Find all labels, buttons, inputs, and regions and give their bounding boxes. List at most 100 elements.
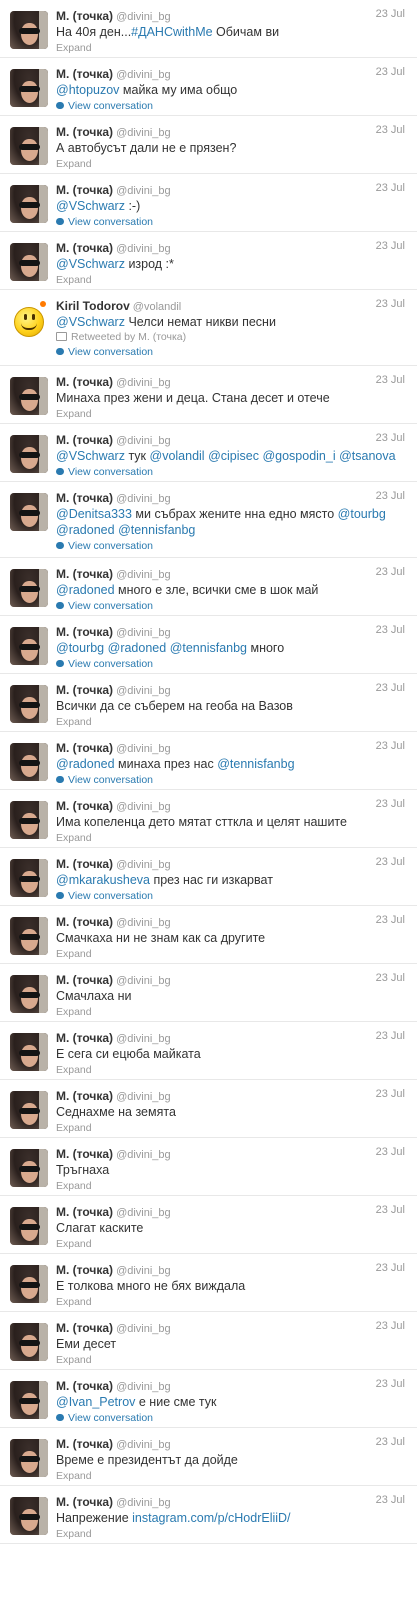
mention-link[interactable]: @cipisec [208,449,259,463]
tweet-item[interactable]: M. (точка) @divini_bg 23 Jul @radoned минах… [0,732,417,790]
author-username[interactable]: @divini_bg [116,69,171,81]
author-fullname[interactable]: M. (точка) [56,915,113,929]
tweet-item[interactable]: M. (точка) @divini_bg 23 Jul Е толкова мног… [0,1254,417,1312]
author-fullname[interactable]: M. (точка) [56,741,113,755]
author-username[interactable]: @divini_bg [116,801,171,813]
smiley-avatar[interactable] [10,301,48,339]
expand-link[interactable]: Expand [56,1527,407,1541]
user-avatar[interactable] [10,569,48,607]
tweet-timestamp[interactable]: 23 Jul [376,374,405,386]
author-username[interactable]: @divini_bg [116,859,171,871]
tweet-timestamp[interactable]: 23 Jul [376,1320,405,1332]
author-username[interactable]: @divini_bg [116,127,171,139]
tweet-timestamp[interactable]: 23 Jul [376,624,405,636]
tweet-timestamp[interactable]: 23 Jul [376,914,405,926]
author-username[interactable]: @divini_bg [116,435,171,447]
url-link[interactable]: instagram.com/p/cHodrEliiD/ [132,1511,290,1525]
author-username[interactable]: @divini_bg [116,1265,171,1277]
tweet-timestamp[interactable]: 23 Jul [376,240,405,252]
tweet-item[interactable]: M. (точка) @divini_bg 23 Jul Всички да се с… [0,674,417,732]
tweet-timestamp[interactable]: 23 Jul [376,1262,405,1274]
user-avatar[interactable] [10,627,48,665]
author-fullname[interactable]: M. (точка) [56,183,113,197]
expand-link[interactable]: Expand [56,1063,407,1077]
tweet-item[interactable]: M. (точка) @divini_bg 23 Jul @Ivan_Petrov е… [0,1370,417,1428]
user-avatar[interactable] [10,685,48,723]
author-fullname[interactable]: M. (точка) [56,683,113,697]
user-avatar[interactable] [10,69,48,107]
view-conversation-link[interactable]: View conversation [56,773,407,787]
expand-link[interactable]: Expand [56,157,407,171]
view-conversation-link[interactable]: View conversation [56,465,407,479]
tweet-timestamp[interactable]: 23 Jul [376,1030,405,1042]
author-fullname[interactable]: M. (точка) [56,1089,113,1103]
author-fullname[interactable]: M. (точка) [56,1205,113,1219]
author-username[interactable]: @divini_bg [116,1439,171,1451]
tweet-timestamp[interactable]: 23 Jul [376,1494,405,1506]
author-fullname[interactable]: M. (точка) [56,1379,113,1393]
user-avatar[interactable] [10,1323,48,1361]
view-conversation-link[interactable]: View conversation [56,215,407,229]
author-fullname[interactable]: M. (точка) [56,1263,113,1277]
author-fullname[interactable]: M. (точка) [56,1495,113,1509]
expand-link[interactable]: Expand [56,1237,407,1251]
tweet-timestamp[interactable]: 23 Jul [376,298,405,310]
view-conversation-link[interactable]: View conversation [56,1411,407,1425]
tweet-item[interactable]: M. (точка) @divini_bg 23 Jul Е сега си ецюб… [0,1022,417,1080]
author-username[interactable]: @divini_bg [116,685,171,697]
user-avatar[interactable] [10,801,48,839]
author-fullname[interactable]: M. (точка) [56,625,113,639]
tweet-item[interactable]: M. (точка) @divini_bg 23 Jul Смачлаха ни Exp… [0,964,417,1022]
author-fullname[interactable]: M. (точка) [56,9,113,23]
hashtag-link[interactable]: #ДАНСwithMe [131,25,212,39]
tweet-item[interactable]: M. (точка) @divini_bg 23 Jul @htopuzov майк… [0,58,417,116]
author-username[interactable]: @divini_bg [116,1033,171,1045]
author-fullname[interactable]: M. (точка) [56,1321,113,1335]
mention-link[interactable]: @VSchwarz [56,449,125,463]
mention-link[interactable]: @gospodin_i [262,449,335,463]
mention-link[interactable]: @radoned [108,641,167,655]
view-conversation-link[interactable]: View conversation [56,345,407,359]
user-avatar[interactable] [10,435,48,473]
mention-link[interactable]: @tennisfanbg [170,641,247,655]
expand-link[interactable]: Expand [56,947,407,961]
expand-link[interactable]: Expand [56,1295,407,1309]
tweet-timestamp[interactable]: 23 Jul [376,1436,405,1448]
view-conversation-link[interactable]: View conversation [56,889,407,903]
tweet-timestamp[interactable]: 23 Jul [376,682,405,694]
mention-link[interactable]: @tennisfanbg [217,757,294,771]
mention-link[interactable]: @volandil [150,449,205,463]
author-fullname[interactable]: M. (точка) [56,799,113,813]
author-fullname[interactable]: Kiril Todorov [56,299,130,313]
tweet-item[interactable]: M. (точка) @divini_bg 23 Jul Напрежение ins… [0,1486,417,1544]
author-username[interactable]: @divini_bg [116,185,171,197]
view-conversation-link[interactable]: View conversation [56,599,407,613]
tweet-timestamp[interactable]: 23 Jul [376,490,405,502]
user-avatar[interactable] [10,243,48,281]
user-avatar[interactable] [10,1091,48,1129]
author-fullname[interactable]: M. (точка) [56,375,113,389]
author-username[interactable]: @divini_bg [116,917,171,929]
user-avatar[interactable] [10,1265,48,1303]
user-avatar[interactable] [10,127,48,165]
user-avatar[interactable] [10,1207,48,1245]
tweet-timestamp[interactable]: 23 Jul [376,566,405,578]
author-fullname[interactable]: M. (точка) [56,973,113,987]
expand-link[interactable]: Expand [56,831,407,845]
mention-link[interactable]: @radoned [56,757,115,771]
tweet-item[interactable]: M. (точка) @divini_bg 23 Jul @Denitsa333 ми… [0,482,417,558]
mention-link[interactable]: @tsanova [339,449,395,463]
tweet-item[interactable]: M. (точка) @divini_bg 23 Jul Еми десет Expan… [0,1312,417,1370]
tweet-item[interactable]: M. (точка) @divini_bg 23 Jul На 40я ден...#… [0,0,417,58]
expand-link[interactable]: Expand [56,1179,407,1193]
user-avatar[interactable] [10,1439,48,1477]
author-fullname[interactable]: M. (точка) [56,125,113,139]
expand-link[interactable]: Expand [56,715,407,729]
author-fullname[interactable]: M. (точка) [56,491,113,505]
mention-link[interactable]: @tourbg [56,641,104,655]
author-username[interactable]: @divini_bg [116,975,171,987]
tweet-timestamp[interactable]: 23 Jul [376,972,405,984]
tweet-timestamp[interactable]: 23 Jul [376,1204,405,1216]
tweet-timestamp[interactable]: 23 Jul [376,740,405,752]
mention-link[interactable]: @VSchwarz [56,315,125,329]
